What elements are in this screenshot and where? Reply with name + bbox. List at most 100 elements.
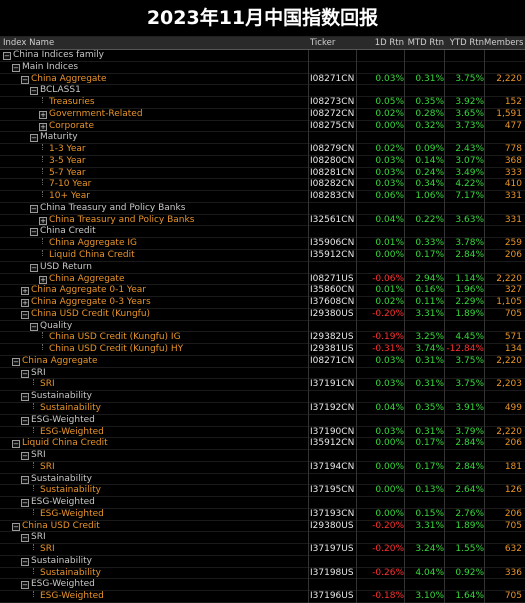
table-row[interactable]: China USD Credit (Kungfu) IG I29382US -0.1… [0, 332, 525, 345]
table-row[interactable]: − China Aggregate I08271CN 0.03% 0.31% 3.75% 2… [0, 356, 525, 368]
return-1d-cell: 0.00% [375, 508, 404, 519]
tree-group-row[interactable]: − ESG-Weighted [0, 497, 525, 509]
collapse-icon[interactable]: − [21, 475, 29, 484]
collapse-icon[interactable]: − [21, 452, 29, 461]
collapse-icon[interactable]: − [12, 440, 20, 449]
column-header-ticker[interactable]: Ticker [310, 37, 335, 49]
table-row[interactable]: Liquid China Credit I35912CN 0.00% 0.17% 2.8… [0, 250, 525, 262]
tree-group-row[interactable]: − Sustainability [0, 391, 525, 403]
expand-icon[interactable]: + [21, 299, 29, 308]
collapse-icon[interactable]: − [21, 393, 29, 402]
collapse-icon[interactable]: − [21, 499, 29, 508]
column-divider [308, 50, 309, 603]
tree-group-row[interactable]: − Main Indices [0, 62, 525, 74]
table-row[interactable]: + China Treasury and Policy Banks I32561CN… [0, 215, 525, 227]
collapse-icon[interactable]: − [21, 534, 29, 543]
members-cell: 336 [504, 567, 522, 578]
expand-icon[interactable]: + [21, 287, 29, 296]
table-row[interactable]: SRI I37191CN 0.03% 0.31% 3.75% 2,203 [0, 379, 525, 392]
expand-icon[interactable]: + [39, 122, 47, 131]
table-row[interactable]: − China Aggregate I08271CN 0.03% 0.31% 3.75% 2… [0, 74, 525, 86]
collapse-icon[interactable]: − [21, 416, 29, 425]
tree-group-row[interactable]: − China Credit [0, 226, 525, 239]
collapse-icon[interactable]: − [3, 52, 11, 60]
table-row[interactable]: China USD Credit (Kungfu) HY I29381US -0.3… [0, 344, 525, 356]
table-row[interactable]: 1-3 Year I08279CN 0.02% 0.09% 2.43% 778 [0, 144, 525, 156]
collapse-icon[interactable]: − [21, 310, 29, 319]
column-header-members[interactable]: Members [484, 37, 523, 49]
collapse-icon[interactable]: − [12, 63, 20, 72]
table-row[interactable]: 5-7 Year I08281CN 0.03% 0.24% 3.49% 333 [0, 167, 525, 180]
return-ytd-cell: 1.96% [455, 285, 484, 296]
return-mtd-cell: 0.14% [415, 155, 444, 166]
collapse-icon[interactable]: − [30, 228, 38, 237]
column-header-ytd-rtn[interactable]: YTD Rtn [444, 37, 484, 49]
collapse-icon[interactable]: − [21, 557, 29, 566]
table-row[interactable]: Sustainability I37192CN 0.04% 0.35% 3.91% 499 [0, 402, 525, 415]
tree-group-row[interactable]: − BCLASS1 [0, 85, 525, 98]
table-row[interactable]: Treasuries I08273CN 0.05% 0.35% 3.92% 152 [0, 97, 525, 109]
table-row[interactable]: + China Aggregate 0-3 Years I37608CN 0.02% 0… [0, 297, 525, 309]
table-row[interactable]: + Corporate I08275CN 0.00% 0.32% 3.73% 477 [0, 121, 525, 133]
tree-group-row[interactable]: − SRI [0, 368, 525, 380]
return-ytd-cell: 4.45% [455, 332, 484, 343]
collapse-icon[interactable]: − [12, 522, 20, 531]
index-name: SRI [31, 367, 46, 378]
tree-group-row[interactable]: − SRI [0, 450, 525, 462]
return-mtd-cell: 0.34% [415, 179, 444, 190]
tree-group-row[interactable]: − China Indices family [0, 50, 525, 62]
table-row[interactable]: China Aggregate IG I35906CN 0.01% 0.33% 3.78… [0, 238, 525, 251]
tree-group-row[interactable]: − USD Return [0, 262, 525, 274]
return-mtd-cell: 2.94% [415, 273, 444, 284]
ticker-cell: I37190CN [310, 426, 355, 437]
table-row[interactable]: ESG-Weighted I37193CN 0.00% 0.15% 2.76% 206 [0, 508, 525, 521]
ticker-cell: I35912CN [310, 250, 355, 261]
tree-group-row[interactable]: − SRI [0, 532, 525, 545]
table-row[interactable]: Sustainability I37198US -0.26% 4.04% 0.92% 33… [0, 567, 525, 580]
tree-group-row[interactable]: − ESG-Weighted [0, 579, 525, 592]
table-row[interactable]: − Liquid China Credit I35912CN 0.00% 0.17% 2.… [0, 438, 525, 451]
expand-icon[interactable]: + [39, 216, 47, 225]
table-row[interactable]: + China Aggregate 0-1 Year I35860CN 0.01% 0.… [0, 285, 525, 298]
return-mtd-cell: 0.31% [415, 426, 444, 437]
members-cell: 571 [504, 332, 522, 343]
ticker-cell: I37192CN [310, 402, 355, 413]
tree-connector [42, 179, 43, 186]
collapse-icon[interactable]: − [21, 75, 29, 84]
column-header-index-name[interactable]: Index Name [3, 37, 54, 49]
collapse-icon[interactable]: − [30, 322, 38, 331]
return-ytd-cell: 3.75% [455, 73, 484, 84]
collapse-icon[interactable]: − [12, 357, 20, 366]
tree-group-row[interactable]: − Maturity [0, 132, 525, 145]
column-header-mtd-rtn[interactable]: MTD Rtn [404, 37, 444, 49]
table-row[interactable]: 10+ Year I08283CN 0.06% 1.06% 7.17% 331 [0, 191, 525, 203]
tree-group-row[interactable]: − Quality [0, 321, 525, 333]
index-name: Maturity [40, 132, 78, 143]
table-row[interactable]: − China USD Credit (Kungfu) I29380US -0.20%… [0, 309, 525, 321]
tree-group-row[interactable]: − ESG-Weighted [0, 415, 525, 427]
table-row[interactable]: + Government-Related I08272CN 0.02% 0.28% 3.6… [0, 109, 525, 121]
expand-icon[interactable]: + [39, 275, 47, 284]
table-row[interactable]: SRI I37197US -0.20% 3.24% 1.55% 632 [0, 544, 525, 556]
table-row[interactable]: SRI I37194CN 0.00% 0.17% 2.84% 181 [0, 461, 525, 474]
return-mtd-cell: 0.31% [415, 379, 444, 390]
tree-group-row[interactable]: − Sustainability [0, 474, 525, 486]
column-header-1d-rtn[interactable]: 1D Rtn [356, 37, 404, 49]
table-row[interactable]: 3-5 Year I08280CN 0.03% 0.14% 3.07% 368 [0, 155, 525, 168]
collapse-icon[interactable]: − [30, 134, 38, 143]
collapse-icon[interactable]: − [21, 369, 29, 378]
collapse-icon[interactable]: − [30, 204, 38, 213]
collapse-icon[interactable]: − [21, 581, 29, 590]
table-row[interactable]: ESG-Weighted I37196US -0.18% 3.10% 1.64% 705 [0, 591, 525, 603]
collapse-icon[interactable]: − [30, 263, 38, 272]
tree-group-row[interactable]: − Sustainability [0, 556, 525, 568]
expand-icon[interactable]: + [39, 110, 47, 119]
collapse-icon[interactable]: − [30, 87, 38, 96]
table-row[interactable]: + China Aggregate I08271US -0.06% 2.94% 1.14%… [0, 274, 525, 286]
table-row[interactable]: ESG-Weighted I37190CN 0.03% 0.31% 3.79% 2,220 [0, 426, 525, 439]
table-row[interactable]: 7-10 Year I08282CN 0.03% 0.34% 4.22% 410 [0, 179, 525, 192]
tree-group-row[interactable]: − China Treasury and Policy Banks [0, 203, 525, 215]
members-cell: 206 [504, 508, 522, 519]
table-row[interactable]: Sustainability I37195CN 0.00% 0.13% 2.64% 126 [0, 485, 525, 498]
table-row[interactable]: − China USD Credit I29380US -0.20% 3.31% 1.89… [0, 521, 525, 533]
